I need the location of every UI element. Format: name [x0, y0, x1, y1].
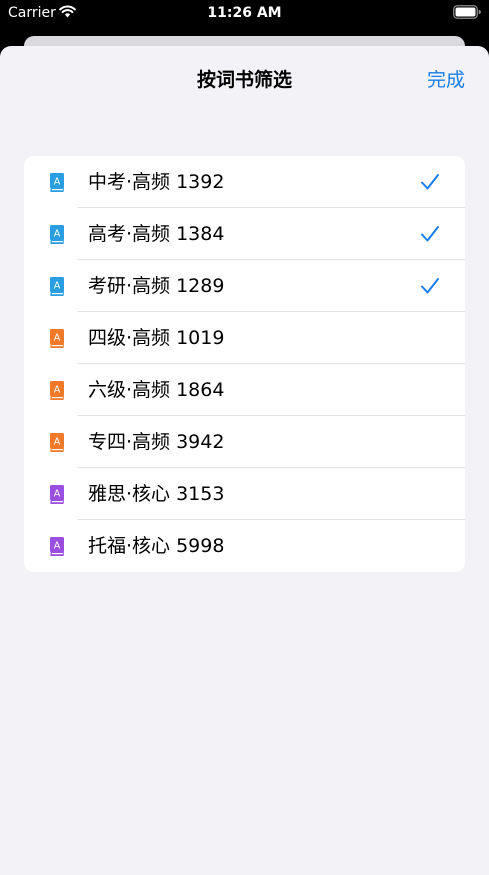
word-book-item-2[interactable]: A 考研·高频 1289: [24, 260, 465, 312]
word-book-label: 六级·高频 1864: [88, 379, 225, 401]
word-book-item-6[interactable]: A 雅思·核心 3153: [24, 468, 465, 520]
word-book-label: 雅思·核心 3153: [88, 483, 225, 505]
word-book-label: 专四·高频 3942: [88, 431, 225, 453]
word-book-item-5[interactable]: A 专四·高频 3942: [24, 416, 465, 468]
battery-icon: [453, 5, 481, 19]
svg-text:A: A: [54, 384, 61, 395]
book-icon: A: [50, 277, 64, 296]
word-book-label: 四级·高频 1019: [88, 327, 225, 349]
status-bar: Carrier 11:26 AM: [0, 0, 489, 28]
book-icon: A: [50, 329, 64, 348]
checkmark-icon: [421, 226, 439, 242]
svg-text:A: A: [54, 280, 61, 291]
word-book-list: A 中考·高频 1392 A 高考·高频 1384 A 考研·高频 1289 A…: [24, 156, 465, 572]
checkmark-icon: [421, 278, 439, 294]
word-book-label: 高考·高频 1384: [88, 223, 225, 245]
page-title: 按词书筛选: [196, 69, 292, 91]
book-icon: A: [50, 485, 64, 504]
book-icon: A: [50, 537, 64, 556]
svg-text:A: A: [54, 176, 61, 187]
word-book-item-7[interactable]: A 托福·核心 5998: [24, 520, 465, 572]
svg-text:A: A: [54, 228, 61, 239]
word-book-label: 考研·高频 1289: [88, 275, 225, 297]
word-book-item-4[interactable]: A 六级·高频 1864: [24, 364, 465, 416]
word-book-item-0[interactable]: A 中考·高频 1392: [24, 156, 465, 208]
word-book-item-1[interactable]: A 高考·高频 1384: [24, 208, 465, 260]
book-icon: A: [50, 433, 64, 452]
svg-text:A: A: [54, 540, 61, 551]
book-icon: A: [50, 173, 64, 192]
checkmark-icon: [421, 174, 439, 190]
book-icon: A: [50, 381, 64, 400]
word-book-item-3[interactable]: A 四级·高频 1019: [24, 312, 465, 364]
done-button[interactable]: 完成: [427, 68, 465, 92]
status-time: 11:26 AM: [207, 5, 282, 21]
filter-sheet: 按词书筛选 完成 A 中考·高频 1392 A 高考·高频 1384 A 考研·…: [0, 46, 489, 875]
svg-text:A: A: [54, 488, 61, 499]
word-book-label: 托福·核心 5998: [88, 535, 225, 557]
svg-text:A: A: [54, 332, 61, 343]
book-icon: A: [50, 225, 64, 244]
svg-text:A: A: [54, 436, 61, 447]
word-book-label: 中考·高频 1392: [88, 171, 225, 193]
